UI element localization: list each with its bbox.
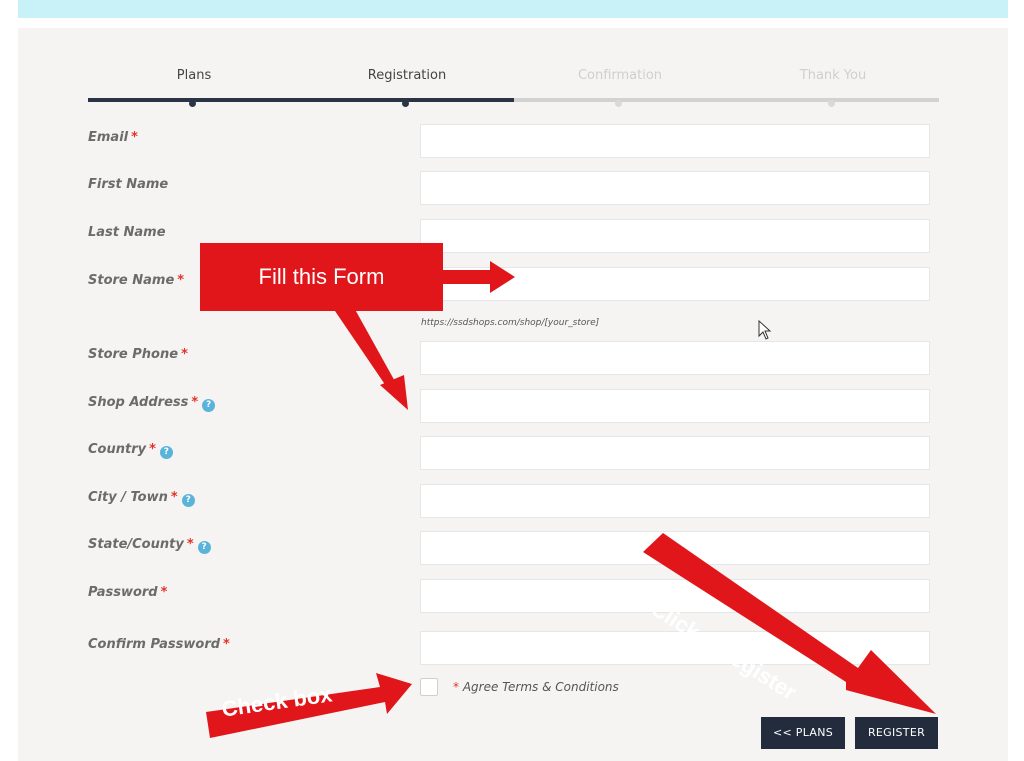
arrow-to-shop-address xyxy=(335,304,408,410)
arrow-to-store-name xyxy=(443,261,515,293)
fill-form-callout: Fill this Form xyxy=(200,243,443,311)
mouse-cursor-icon xyxy=(758,320,772,340)
annotation-arrows xyxy=(206,261,936,738)
